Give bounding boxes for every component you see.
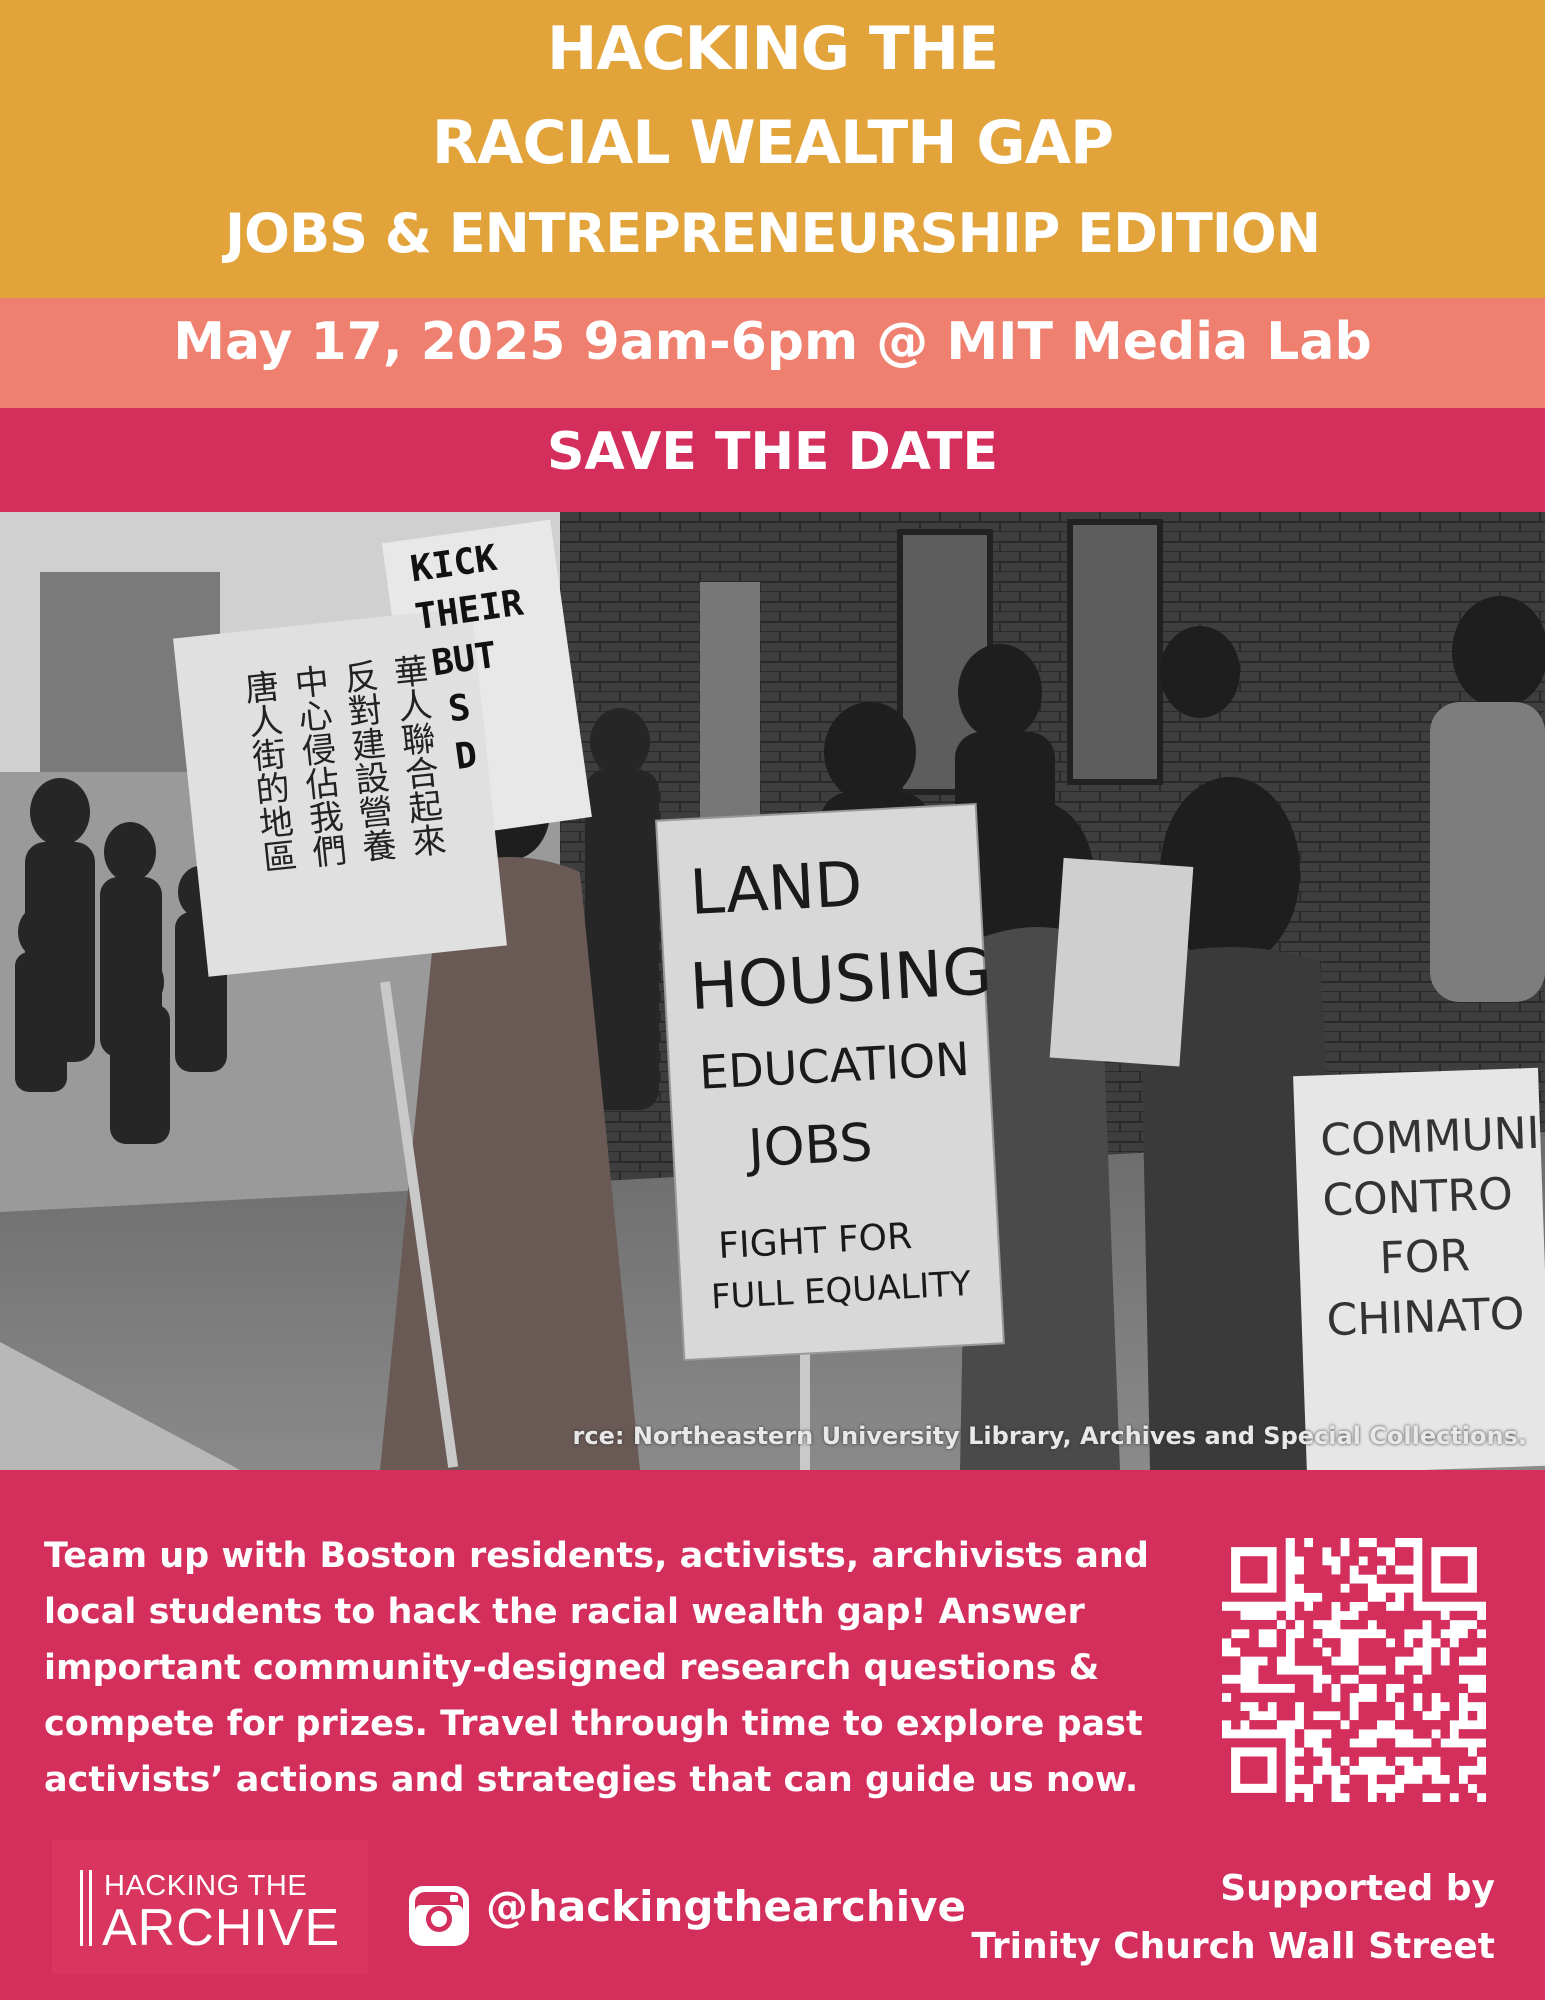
hacking-the-archive-logo: HACKING THE ARCHIVE [52, 1840, 368, 1974]
protest-photo-illustration: KICK THEIR BUT S D 華人聯合起來 反對建設營養 中心侵佔我們 … [0, 512, 1545, 1470]
sign-line: CHINATO [1326, 1288, 1526, 1346]
logo-line-2: ARCHIVE [102, 1899, 341, 1957]
archival-photo: KICK THEIR BUT S D 華人聯合起來 反對建設營養 中心侵佔我們 … [0, 512, 1545, 1470]
title-line-1: HACKING THE [547, 14, 999, 84]
sign-line: CONTRO [1322, 1169, 1514, 1227]
support-line-2: Trinity Church Wall Street [971, 1926, 1495, 1967]
photo-credit: rce: Northeastern University Library, Ar… [572, 1422, 1527, 1450]
sign-line: HOUSING [688, 935, 994, 1025]
title-line-3: JOBS & ENTREPRENEURSHIP EDITION [224, 202, 1321, 265]
event-description: Team up with Boston residents, activists… [44, 1536, 1149, 1800]
qr-code[interactable] [1222, 1538, 1487, 1803]
instagram-handle[interactable]: @hackingthearchive [486, 1882, 966, 1931]
instagram-icon [409, 1886, 469, 1946]
logo-bars-icon [80, 1870, 92, 1946]
sponsor-credit: Supported by Trinity Church Wall Street [971, 1860, 1495, 1976]
sign-line: COMMUNI [1319, 1108, 1540, 1167]
title-line-2: RACIAL WEALTH GAP [431, 108, 1114, 178]
poster: HACKING THE RACIAL WEALTH GAP JOBS & ENT… [0, 0, 1545, 2000]
sign-line: LAND [688, 847, 864, 929]
event-date: May 17, 2025 9am-6pm @ MIT Media Lab [173, 312, 1372, 372]
sign-line: JOBS [744, 1113, 874, 1180]
qr-code-image [1222, 1538, 1487, 1803]
save-the-date: SAVE THE DATE [546, 422, 998, 482]
support-line-1: Supported by [1220, 1868, 1495, 1909]
sign-line: FOR [1379, 1230, 1471, 1284]
